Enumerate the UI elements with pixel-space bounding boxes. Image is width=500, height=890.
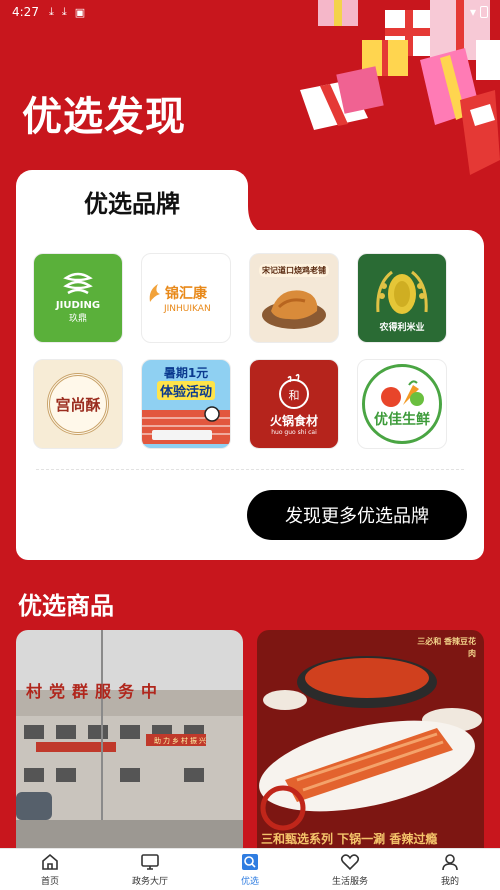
- brand-tile-summer-activity[interactable]: 暑期1元 体验活动: [141, 359, 231, 449]
- gongshangsu-logo-icon: 宫尚酥: [47, 373, 109, 435]
- goods-section-title: 优选商品: [18, 592, 114, 620]
- battery-icon: [480, 6, 488, 18]
- brand-name: 农得利米业: [379, 322, 425, 333]
- goods-row: 村党群服务中 助力乡村振兴 三必和 香辣豆花肉 三和甄选系列 下锅一涮 香辣过瘾: [16, 630, 484, 850]
- rice-grain-icon: [376, 270, 428, 314]
- brand-card: 优选品牌 JIUDING 玖鼎 锦汇康 JINHUIKAN 宋记道口烧鸡老铺 农…: [16, 170, 484, 560]
- brand-name: 宋记道口烧鸡老铺: [259, 263, 329, 277]
- signal-icon: ▾: [469, 5, 476, 19]
- brand-subtitle: JINHUIKAN: [164, 304, 211, 314]
- brand-tile-hotpot[interactable]: 和 火锅食材 huo guo shi cai: [249, 359, 339, 449]
- divider: [36, 469, 464, 470]
- user-icon: [442, 854, 458, 871]
- bottom-tab-bar: 首页 政务大厅 优选 生活服务 我的: [0, 848, 500, 890]
- brand-name: 火锅食材: [269, 414, 318, 428]
- discover-icon: [242, 854, 258, 870]
- jinhuikang-logo-icon: [149, 284, 160, 302]
- hotpot-logo-icon: 和: [279, 373, 309, 409]
- tab-label: 我的: [440, 877, 459, 887]
- youjia-fresh-logo-icon: 优佳生鲜: [362, 364, 442, 444]
- image-notification-icon: ▣: [74, 5, 86, 19]
- download-icon: ⤓: [61, 5, 67, 18]
- status-bar: 4:27 ⤓ ⤓ ▣ ▾: [0, 0, 500, 24]
- brand-subtitle: 玖鼎: [68, 314, 87, 324]
- goods-badge: 三必和 香辣豆花肉: [417, 637, 476, 658]
- status-time: 4:27: [12, 5, 39, 19]
- tab-label: 政务大厅: [131, 877, 168, 887]
- brand-subtitle: huo guo shi cai: [271, 429, 317, 436]
- goods-banner: 助力乡村振兴: [154, 737, 208, 745]
- brand-tile-rice[interactable]: 农得利米业: [357, 253, 447, 343]
- brand-name: 宫尚酥: [55, 395, 101, 414]
- page-title: 优选发现: [22, 94, 186, 140]
- goods-card-hotpot[interactable]: 三必和 香辣豆花肉 三和甄选系列 下锅一涮 香辣过瘾: [257, 630, 484, 850]
- goods-card-village-center[interactable]: 村党群服务中 助力乡村振兴: [16, 630, 243, 850]
- download-icon: ⤓: [48, 5, 54, 18]
- tab-label: 优选: [240, 877, 259, 887]
- discover-more-brands-button[interactable]: 发现更多优选品牌: [247, 490, 467, 540]
- jiuding-logo-icon: [63, 272, 93, 295]
- monitor-icon: [141, 854, 159, 870]
- goods-caption: 村党群服务中: [26, 682, 165, 701]
- tab-government-hall[interactable]: 政务大厅: [100, 849, 200, 890]
- brand-name: JIUDING: [55, 300, 101, 311]
- brand-grid: JIUDING 玖鼎 锦汇康 JINHUIKAN 宋记道口烧鸡老铺 农得利米业 …: [33, 253, 453, 449]
- heart-icon: [340, 854, 360, 871]
- brand-section-title: 优选品牌: [84, 190, 180, 218]
- brand-tile-roast-chicken[interactable]: 宋记道口烧鸡老铺: [249, 253, 339, 343]
- brand-tile-jinhuikang[interactable]: 锦汇康 JINHUIKAN: [141, 253, 231, 343]
- tab-life-services[interactable]: 生活服务: [300, 849, 400, 890]
- tab-discover[interactable]: 优选: [200, 849, 300, 890]
- village-building-photo: [16, 630, 243, 850]
- running-track-icon: [142, 406, 230, 444]
- vegetables-icon: [381, 380, 424, 407]
- roast-chicken-icon: [262, 289, 326, 329]
- brand-name: 锦汇康: [165, 286, 207, 302]
- tab-mine[interactable]: 我的: [400, 849, 500, 890]
- tab-label: 首页: [40, 877, 59, 887]
- brand-name: 优佳生鲜: [374, 412, 430, 428]
- home-icon: [42, 853, 58, 870]
- svg-text:和: 和: [289, 389, 300, 402]
- brand-tile-jiuding[interactable]: JIUDING 玖鼎: [33, 253, 123, 343]
- gift-boxes-illustration: [300, 0, 500, 175]
- tab-home[interactable]: 首页: [0, 849, 100, 890]
- brand-body: JIUDING 玖鼎 锦汇康 JINHUIKAN 宋记道口烧鸡老铺 农得利米业 …: [16, 230, 484, 560]
- goods-caption: 三和甄选系列 下锅一涮 香辣过瘾: [261, 832, 438, 846]
- brand-tile-gongshangsu[interactable]: 宫尚酥: [33, 359, 123, 449]
- brand-tile-youjia-fresh[interactable]: 优佳生鲜: [357, 359, 447, 449]
- hotpot-food-photo: [257, 630, 484, 850]
- brand-name: 暑期1元: [163, 366, 209, 380]
- tab-label: 生活服务: [331, 877, 368, 887]
- brand-subtitle: 体验活动: [156, 381, 215, 400]
